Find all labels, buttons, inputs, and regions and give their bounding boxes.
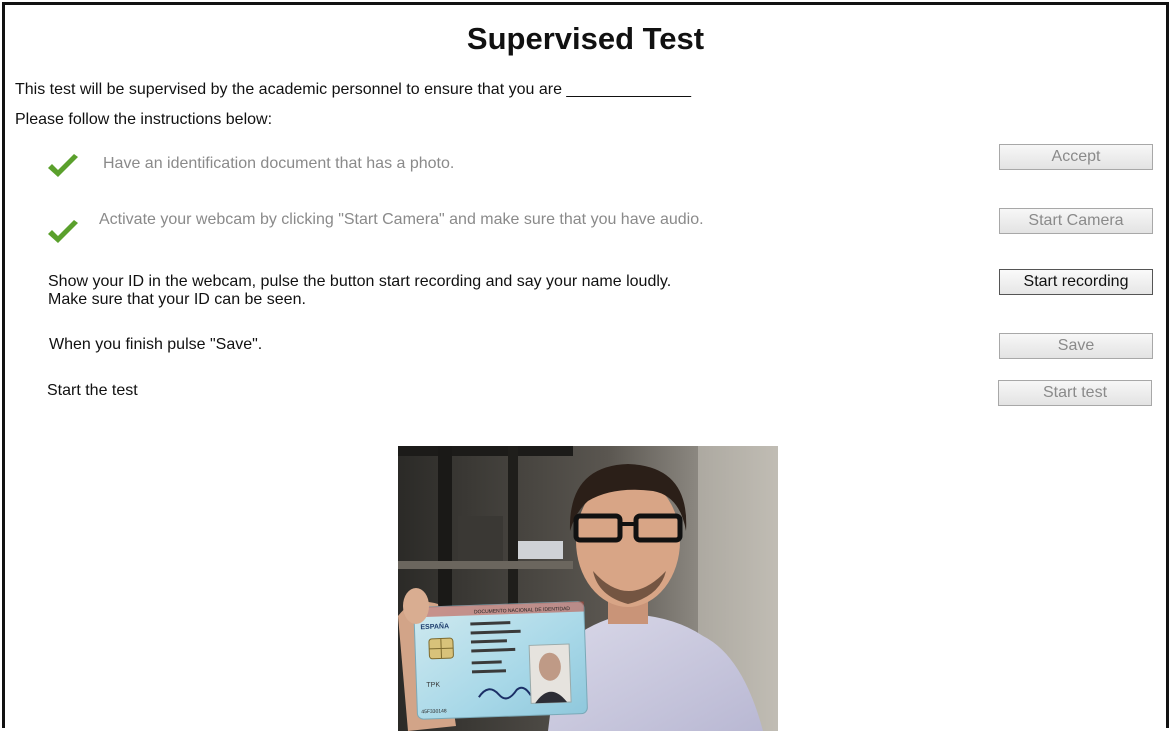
step-3-text-line1: Show your ID in the webcam, pulse the bu…	[48, 273, 672, 290]
start-recording-button[interactable]: Start recording	[999, 269, 1153, 295]
step-4-text: When you finish pulse "Save".	[49, 336, 263, 353]
step-3-text-line2: Make sure that your ID can be seen.	[48, 291, 306, 308]
instructions-text: Please follow the instructions below:	[15, 111, 273, 128]
start-test-button[interactable]: Start test	[998, 380, 1152, 406]
accept-button[interactable]: Accept	[999, 144, 1153, 170]
start-camera-button[interactable]: Start Camera	[999, 208, 1153, 234]
intro-text: This test will be supervised by the acad…	[15, 81, 691, 98]
step-1-text: Have an identification document that has…	[103, 155, 455, 172]
step-2-text: Activate your webcam by clicking "Start …	[99, 211, 704, 228]
save-button[interactable]: Save	[999, 333, 1153, 359]
test-page: Supervised Test This test will be superv…	[2, 2, 1169, 731]
webcam-frame-image: DOCUMENTO NACIONAL DE IDENTIDAD ESPAÑA T…	[398, 446, 778, 731]
id-card-label: TPK	[426, 682, 440, 689]
id-card-number: 45F330148	[421, 708, 447, 715]
step-5-text: Start the test	[47, 382, 138, 399]
checkmark-icon	[48, 220, 78, 243]
webcam-video: DOCUMENTO NACIONAL DE IDENTIDAD ESPAÑA T…	[398, 446, 778, 731]
page-title: Supervised Test	[466, 21, 705, 56]
checkmark-icon	[48, 154, 78, 177]
